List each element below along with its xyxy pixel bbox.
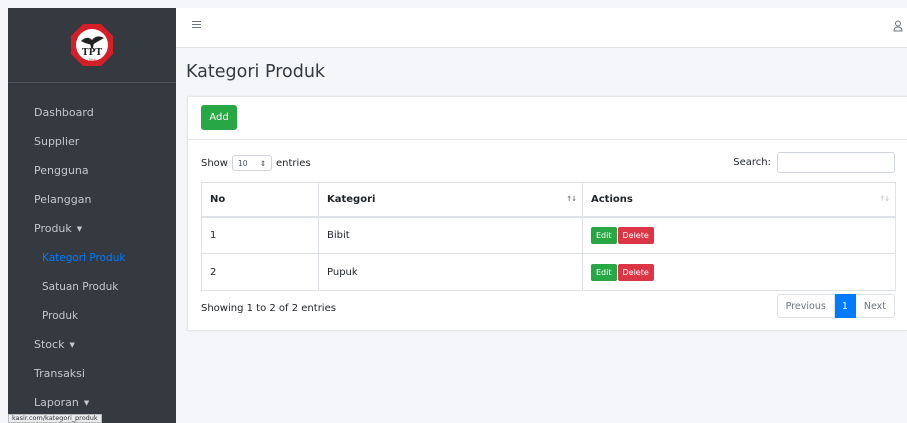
page-size-control: Show 10 ⇕ entries — [201, 155, 311, 171]
caret-down-icon: ▼ — [83, 398, 90, 407]
sort-icon: ↑↓ — [566, 195, 577, 203]
sort-icon: ↑↓ — [879, 195, 890, 203]
sidebar: TPT TANI Dashboard Supplier Pengguna Pel… — [8, 8, 176, 423]
column-header-kategori[interactable]: Kategori ↑↓ — [318, 182, 583, 218]
caret-down-icon: ▼ — [69, 340, 75, 349]
search-control: Search: — [733, 152, 895, 173]
user-icon[interactable] — [893, 20, 903, 32]
column-header-label: Actions — [591, 193, 633, 205]
page-size-select[interactable]: 10 ⇕ — [231, 155, 272, 171]
hamburger-icon[interactable] — [192, 20, 201, 29]
column-header-label: No — [210, 193, 226, 205]
table-info: Showing 1 to 2 of 2 entries — [201, 303, 336, 314]
sidebar-item-stock-menu[interactable]: Stock ▼ — [8, 330, 176, 359]
kategori-table: No Kategori ↑↓ Actions ↑↓ 1 Bibit Edit Dele… — [201, 182, 896, 291]
sidebar-item-dashboard[interactable]: Dashboard — [8, 98, 176, 127]
status-bar-url: kasir.com/kategori_produk — [8, 414, 102, 423]
sidebar-item-pelanggan[interactable]: Pelanggan — [8, 185, 176, 214]
sidebar-item-laporan-menu[interactable]: Laporan ▼ — [8, 388, 176, 417]
sidebar-item-label: Pengguna — [34, 164, 89, 177]
show-label: Show — [201, 157, 228, 169]
cell-actions: Edit Delete — [582, 216, 896, 254]
select-arrows-icon: ⇕ — [259, 158, 266, 168]
page-title: Kategori Produk — [186, 62, 326, 82]
sidebar-item-satuan-produk[interactable]: Satuan Produk — [8, 272, 176, 301]
sidebar-item-produk[interactable]: Produk — [8, 301, 176, 330]
sidebar-item-produk-menu[interactable]: Produk ▼ — [8, 214, 176, 243]
search-input[interactable] — [777, 152, 895, 173]
brand-logo-icon[interactable]: TPT TANI — [70, 23, 114, 67]
sidebar-item-kategori-produk[interactable]: Kategori Produk — [8, 243, 176, 272]
sidebar-item-pengguna[interactable]: Pengguna — [8, 156, 176, 185]
add-button[interactable]: Add — [201, 105, 237, 130]
cell-kategori: Bibit — [318, 216, 583, 254]
current-page-button[interactable]: 1 — [834, 294, 856, 318]
sidebar-item-label: Supplier — [34, 135, 80, 148]
sidebar-item-label: Kategori Produk — [42, 251, 126, 264]
table-row: 2 Pupuk Edit Delete — [201, 253, 896, 291]
cell-actions: Edit Delete — [582, 253, 896, 291]
pagination: Previous 1 Next — [776, 294, 895, 318]
sidebar-item-label: Produk — [42, 309, 79, 322]
edit-button[interactable]: Edit — [591, 226, 617, 244]
entries-label: entries — [275, 157, 311, 169]
column-header-no[interactable]: No — [201, 182, 319, 218]
delete-button[interactable]: Delete — [617, 226, 654, 244]
card-header: Add — [188, 97, 907, 140]
sidebar-item-transaksi[interactable]: Transaksi — [8, 359, 176, 388]
sidebar-item-label: Produk — [34, 222, 72, 235]
top-navbar — [176, 8, 907, 48]
sidebar-item-label: Pelanggan — [34, 193, 92, 206]
logo-subtext: TANI — [87, 58, 95, 62]
table-row: 1 Bibit Edit Delete — [201, 216, 896, 254]
sidebar-item-label: Transaksi — [34, 367, 85, 380]
sidebar-item-supplier[interactable]: Supplier — [8, 127, 176, 156]
next-page-button[interactable]: Next — [855, 294, 895, 318]
sidebar-item-label: Stock — [34, 338, 65, 351]
edit-button[interactable]: Edit — [591, 263, 617, 281]
kategori-card: Add Show 10 ⇕ entries Search: No Kategor… — [187, 96, 907, 331]
page-size-value: 10 — [237, 158, 248, 168]
sidebar-item-label: Dashboard — [34, 106, 94, 119]
table-header-row: No Kategori ↑↓ Actions ↑↓ — [201, 182, 896, 218]
logo-text: TPT — [82, 48, 102, 58]
column-header-label: Kategori — [327, 193, 376, 205]
sidebar-nav: Dashboard Supplier Pengguna Pelanggan Pr… — [8, 83, 176, 417]
cell-no: 1 — [201, 216, 319, 254]
column-header-actions[interactable]: Actions ↑↓ — [582, 182, 896, 218]
sidebar-item-label: Laporan — [34, 396, 79, 409]
sidebar-item-label: Satuan Produk — [42, 280, 119, 293]
search-label: Search: — [733, 157, 771, 168]
caret-down-icon: ▼ — [76, 224, 83, 233]
cell-no: 2 — [201, 253, 319, 291]
brand-logo-area[interactable]: TPT TANI — [8, 8, 176, 83]
delete-button[interactable]: Delete — [617, 263, 654, 281]
previous-page-button[interactable]: Previous — [776, 294, 835, 318]
cell-kategori: Pupuk — [318, 253, 583, 291]
